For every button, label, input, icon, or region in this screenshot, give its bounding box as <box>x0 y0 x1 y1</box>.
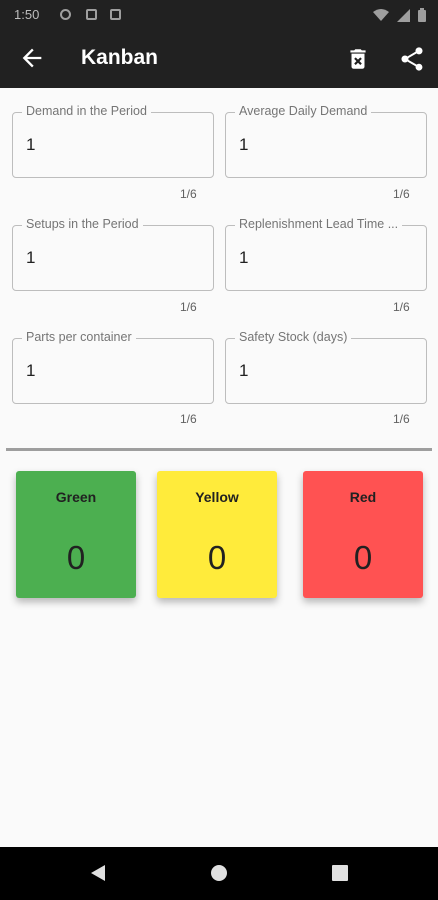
sd-card-status-icon <box>110 9 121 20</box>
field-label: Demand in the Period <box>22 104 151 118</box>
field-value[interactable]: 1 <box>239 361 248 381</box>
card-label: Red <box>349 489 377 505</box>
setups-in-period-field[interactable]: Setups in the Period 1 <box>12 217 214 291</box>
page-title: Kanban <box>81 46 159 69</box>
card-label: Green <box>55 489 97 505</box>
field-label: Parts per container <box>22 330 136 344</box>
field-value[interactable]: 1 <box>26 248 35 268</box>
safety-stock-field[interactable]: Safety Stock (days) 1 <box>225 330 427 404</box>
yellow-card: Yellow 0 <box>157 471 277 598</box>
notification-status-icon <box>86 9 97 20</box>
green-card: Green 0 <box>16 471 136 598</box>
replenishment-lead-time-field[interactable]: Replenishment Lead Time ... 1 <box>225 217 427 291</box>
field-value[interactable]: 1 <box>239 248 248 268</box>
divider <box>6 448 432 451</box>
field-label: Safety Stock (days) <box>235 330 352 344</box>
battery-icon <box>418 8 426 22</box>
card-value: 0 <box>207 539 227 576</box>
field-label: Replenishment Lead Time ... <box>235 217 403 231</box>
nav-home-icon[interactable] <box>210 864 228 882</box>
signal-icon <box>397 8 410 22</box>
status-bar: 1:50 <box>0 0 438 30</box>
char-counter: 1/6 <box>180 187 197 201</box>
field-value[interactable]: 1 <box>239 135 248 155</box>
delete-icon[interactable] <box>345 45 371 73</box>
average-daily-demand-field[interactable]: Average Daily Demand 1 <box>225 104 427 178</box>
nav-back-icon[interactable] <box>89 864 107 882</box>
field-label: Setups in the Period <box>22 217 143 231</box>
status-right-icons <box>373 8 426 22</box>
card-value: 0 <box>66 539 86 576</box>
field-value[interactable]: 1 <box>26 361 35 381</box>
demand-in-period-field[interactable]: Demand in the Period 1 <box>12 104 214 178</box>
char-counter: 1/6 <box>393 187 410 201</box>
system-nav-bar <box>0 847 438 900</box>
char-counter: 1/6 <box>393 412 410 426</box>
char-counter: 1/6 <box>180 300 197 314</box>
arrow-back-icon[interactable] <box>18 44 46 72</box>
app-bar: Kanban <box>0 30 438 88</box>
card-value: 0 <box>353 539 373 576</box>
wifi-icon <box>373 8 389 21</box>
red-card: Red 0 <box>303 471 423 598</box>
field-label: Average Daily Demand <box>235 104 372 118</box>
parts-per-container-field[interactable]: Parts per container 1 <box>12 330 214 404</box>
card-label: Yellow <box>195 489 239 505</box>
settings-status-icon <box>60 9 71 20</box>
char-counter: 1/6 <box>393 300 410 314</box>
nav-recents-icon[interactable] <box>331 864 349 882</box>
share-icon[interactable] <box>398 45 426 73</box>
status-time: 1:50 <box>14 7 40 22</box>
field-value[interactable]: 1 <box>26 135 35 155</box>
char-counter: 1/6 <box>180 412 197 426</box>
